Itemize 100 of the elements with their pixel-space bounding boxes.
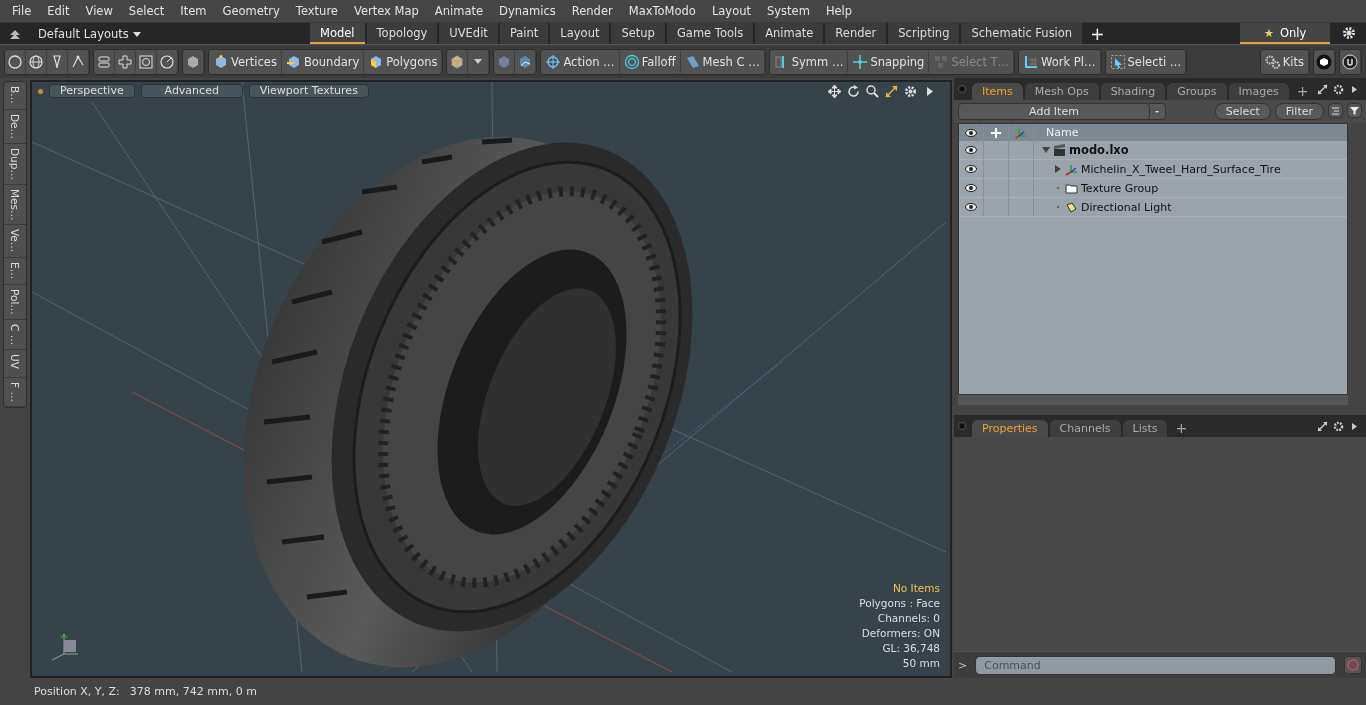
square-circle-button[interactable] <box>136 49 157 74</box>
rotate-icon[interactable] <box>847 84 860 98</box>
maximize-icon[interactable] <box>1317 421 1328 432</box>
maximize-icon[interactable] <box>1317 84 1328 95</box>
3d-viewport[interactable]: Perspective Advanced Viewport Textures No Items Polygons : Face Channels: 0 Deformers: ON GL: 36,748 50 mm <box>30 80 952 678</box>
list-options-icon[interactable] <box>1328 103 1343 118</box>
menu-item[interactable]: Item <box>172 4 215 18</box>
tool-button[interactable]: Symm … <box>769 49 849 74</box>
menu-item[interactable]: Animate <box>426 4 492 18</box>
menu-item[interactable]: File <box>4 4 40 18</box>
cube-button[interactable] <box>183 49 204 74</box>
collapse-icon[interactable] <box>8 27 22 41</box>
cube-button[interactable] <box>447 49 469 74</box>
command-field[interactable]: Command <box>975 655 1336 675</box>
settings-icon[interactable] <box>1342 26 1356 40</box>
settings-icon[interactable] <box>1333 84 1344 95</box>
menu-item[interactable]: Help <box>817 4 861 18</box>
horizontal-scrollbar[interactable] <box>958 395 1348 405</box>
tool-button[interactable]: Selecti … <box>1105 49 1187 74</box>
axis-cube-button[interactable] <box>494 49 516 74</box>
side-tab[interactable]: Pol… <box>4 285 26 321</box>
play-arrow-icon[interactable] <box>1349 421 1360 432</box>
side-tab[interactable]: C … <box>4 320 26 351</box>
axes-icon[interactable] <box>1015 126 1027 139</box>
settings-icon[interactable] <box>904 84 917 98</box>
tool-button[interactable]: Kits <box>1260 49 1309 74</box>
layout-tab[interactable]: Topology <box>366 23 438 44</box>
menu-item[interactable]: MaxToModo <box>620 4 704 18</box>
layout-dropdown[interactable]: Default Layouts <box>30 23 310 44</box>
panel-tab[interactable]: Channels <box>1049 420 1121 437</box>
side-tab[interactable]: Ve… <box>4 225 26 258</box>
layout-tab[interactable]: Render <box>825 23 887 44</box>
menu-item[interactable]: Layout <box>703 4 759 18</box>
menu-item[interactable]: Select <box>120 4 173 18</box>
tool-button[interactable]: Work Pl… <box>1019 49 1101 74</box>
side-tab[interactable]: UV <box>4 350 26 379</box>
tool-button[interactable]: Vertices <box>209 49 282 74</box>
panel-tab[interactable]: Images <box>1228 83 1289 100</box>
panel-tab[interactable]: Groups <box>1167 83 1227 100</box>
add-tab-button[interactable]: + <box>1169 420 1194 437</box>
select-button[interactable]: Select <box>1214 103 1271 120</box>
side-tab[interactable]: F … <box>4 378 26 407</box>
expanded-arrow-icon[interactable] <box>1042 146 1050 154</box>
settings-icon[interactable] <box>1333 421 1344 432</box>
viewport-button[interactable]: Viewport Textures <box>248 84 369 98</box>
play-arrow-icon[interactable] <box>1349 84 1360 95</box>
circle-button[interactable] <box>5 49 26 74</box>
eye-icon[interactable] <box>965 201 977 213</box>
filter-icon[interactable] <box>1347 103 1362 118</box>
menu-item[interactable]: Geometry <box>214 4 288 18</box>
eye-icon[interactable] <box>965 126 977 139</box>
layout-tab[interactable]: Model <box>310 23 365 44</box>
menu-item[interactable]: Vertex Map <box>345 4 427 18</box>
menu-item[interactable]: Edit <box>39 4 78 18</box>
column-header[interactable]: Name <box>1034 126 1079 139</box>
viewport-button[interactable]: Perspective <box>49 84 135 98</box>
only-filter-tab[interactable]: ★ Only <box>1240 23 1330 44</box>
viewport-button[interactable]: Advanced <box>140 84 243 98</box>
side-tab[interactable]: B… <box>4 82 26 110</box>
add-tab-button[interactable]: + <box>1290 83 1315 100</box>
unreal-logo-button[interactable] <box>1340 49 1361 74</box>
panel-menu-dot[interactable] <box>958 422 966 430</box>
menu-item[interactable]: System <box>759 4 818 18</box>
panel-tab[interactable]: Mesh Ops <box>1024 83 1099 100</box>
panel-tab[interactable]: Lists <box>1122 420 1168 437</box>
record-icon[interactable] <box>1344 656 1362 674</box>
side-tab[interactable]: Mes… <box>4 184 26 226</box>
side-tab[interactable]: Dup… <box>4 143 26 185</box>
collapsed-arrow-icon[interactable] <box>1054 165 1062 173</box>
item-name[interactable]: modo.lxo <box>1069 143 1129 157</box>
globe-button[interactable] <box>26 49 47 74</box>
layout-tab[interactable]: Paint <box>499 23 549 44</box>
layout-tab[interactable]: Schematic Fusion <box>961 23 1083 44</box>
move-icon[interactable] <box>828 84 841 98</box>
expand-arrows-icon[interactable] <box>885 84 898 98</box>
unity-logo-button[interactable] <box>1314 49 1335 74</box>
align-button[interactable] <box>94 49 115 74</box>
menu-item[interactable]: Texture <box>287 4 346 18</box>
add-tab-button[interactable]: + <box>1082 23 1113 44</box>
layout-tab[interactable]: Setup <box>611 23 665 44</box>
search-icon[interactable] <box>866 84 879 98</box>
dial-button[interactable] <box>157 49 178 74</box>
layout-tab[interactable]: Layout <box>550 23 610 44</box>
add-item-button[interactable]: Add Item <box>958 103 1150 120</box>
layout-tab[interactable]: Animate <box>755 23 824 44</box>
item-name[interactable]: Directional Light <box>1081 200 1172 214</box>
item-name[interactable]: Michelin_X_Tweel_Hard_Surface_Tire <box>1081 162 1281 176</box>
panel-menu-dot[interactable] <box>958 85 966 93</box>
filter-button[interactable]: Filter <box>1274 103 1324 120</box>
menu-item[interactable]: Render <box>563 4 621 18</box>
layout-tab[interactable]: UVEdit <box>439 23 498 44</box>
panel-tab[interactable]: Items <box>972 83 1023 100</box>
cross-shape-button[interactable] <box>115 49 136 74</box>
eye-icon[interactable] <box>965 163 977 175</box>
tool-button[interactable]: Action … <box>541 49 620 74</box>
eye-icon[interactable] <box>965 144 977 156</box>
eye-icon[interactable] <box>965 182 977 194</box>
item-name[interactable]: Texture Group <box>1081 181 1159 195</box>
panel-tab[interactable]: Shading <box>1100 83 1166 100</box>
menu-item[interactable]: Dynamics <box>491 4 564 18</box>
